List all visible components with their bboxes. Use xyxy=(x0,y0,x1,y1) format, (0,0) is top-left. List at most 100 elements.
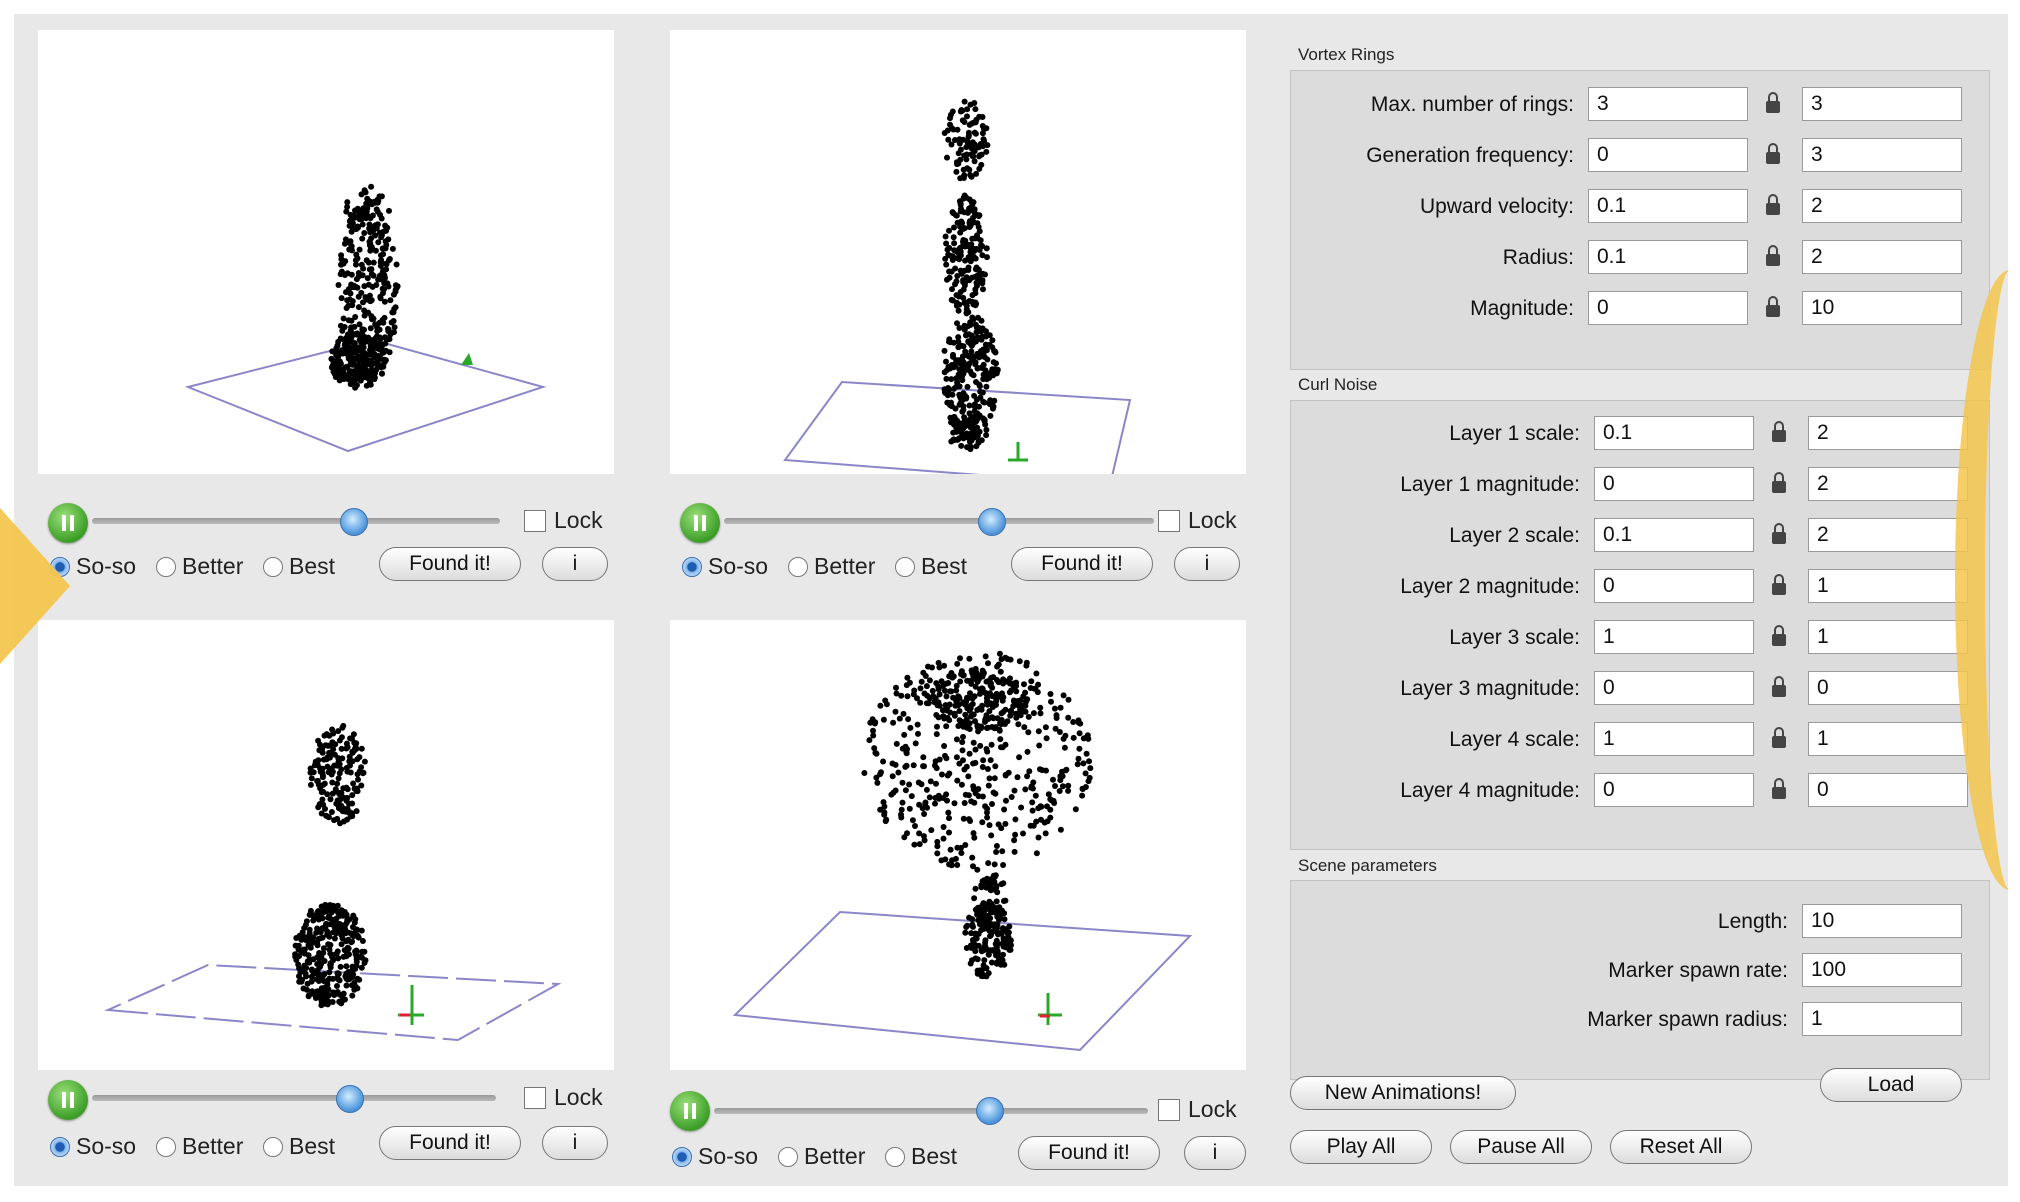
found-it-button[interactable]: Found it! xyxy=(1011,547,1153,581)
min-value-field[interactable]: 0 xyxy=(1594,569,1754,603)
reset-all-button[interactable]: Reset All xyxy=(1610,1130,1752,1164)
lock-icon[interactable] xyxy=(1766,296,1780,317)
info-button[interactable]: i xyxy=(1184,1136,1246,1170)
lock-icon[interactable] xyxy=(1772,574,1786,595)
radio-better[interactable]: Better xyxy=(788,553,875,580)
max-value-field[interactable]: 1 xyxy=(1808,620,1968,654)
viewport-4[interactable] xyxy=(670,620,1246,1070)
checkbox-box[interactable] xyxy=(1158,1098,1180,1121)
timeline-slider[interactable] xyxy=(92,518,500,524)
max-value-field[interactable]: 2 xyxy=(1808,416,1968,450)
max-value-field[interactable]: 1 xyxy=(1808,569,1968,603)
min-value-field[interactable]: 0.1 xyxy=(1594,416,1754,450)
max-value-field[interactable]: 2 xyxy=(1802,240,1962,274)
radio-better[interactable]: Better xyxy=(156,553,243,580)
checkbox-box[interactable] xyxy=(1158,509,1180,532)
radio-dot[interactable] xyxy=(156,1136,176,1157)
lock-icon[interactable] xyxy=(1766,245,1780,266)
lock-checkbox[interactable]: Lock xyxy=(1158,1096,1237,1123)
radio-dot[interactable] xyxy=(156,556,176,577)
max-value-field[interactable]: 0 xyxy=(1808,773,1968,807)
lock-checkbox[interactable]: Lock xyxy=(524,507,603,534)
pause-button[interactable] xyxy=(670,1091,710,1131)
info-button[interactable]: i xyxy=(542,547,608,581)
load-button[interactable]: Load xyxy=(1820,1068,1962,1102)
radio-dot[interactable] xyxy=(50,1136,70,1157)
lock-icon[interactable] xyxy=(1772,625,1786,646)
value-field[interactable]: 10 xyxy=(1802,904,1962,938)
max-value-field[interactable]: 1 xyxy=(1808,722,1968,756)
found-it-button[interactable]: Found it! xyxy=(379,1126,521,1160)
radio-soso[interactable]: So-so xyxy=(50,1133,136,1160)
lock-checkbox[interactable]: Lock xyxy=(524,1084,603,1111)
radio-best[interactable]: Best xyxy=(885,1143,957,1170)
radio-dot[interactable] xyxy=(263,556,283,577)
min-value-field[interactable]: 0 xyxy=(1588,138,1748,172)
min-value-field[interactable]: 1 xyxy=(1594,620,1754,654)
radio-better[interactable]: Better xyxy=(156,1133,243,1160)
slider-thumb[interactable] xyxy=(336,1085,364,1113)
lock-icon[interactable] xyxy=(1766,194,1780,215)
timeline-slider[interactable] xyxy=(92,1095,496,1101)
radio-dot[interactable] xyxy=(672,1146,692,1167)
new-animations-button[interactable]: New Animations! xyxy=(1290,1076,1516,1110)
radio-dot[interactable] xyxy=(682,556,702,577)
play-all-button[interactable]: Play All xyxy=(1290,1130,1432,1164)
max-value-field[interactable]: 3 xyxy=(1802,87,1962,121)
lock-icon[interactable] xyxy=(1766,143,1780,164)
value-field[interactable]: 100 xyxy=(1802,953,1962,987)
timeline-slider[interactable] xyxy=(714,1108,1148,1114)
radio-best[interactable]: Best xyxy=(263,553,335,580)
min-value-field[interactable]: 0 xyxy=(1594,671,1754,705)
lock-icon[interactable] xyxy=(1772,727,1786,748)
lock-icon[interactable] xyxy=(1766,92,1780,113)
min-value-field[interactable]: 0.1 xyxy=(1594,518,1754,552)
pause-button[interactable] xyxy=(680,503,720,543)
radio-soso[interactable]: So-so xyxy=(672,1143,758,1170)
max-value-field[interactable]: 0 xyxy=(1808,671,1968,705)
radio-dot[interactable] xyxy=(885,1146,905,1167)
slider-thumb[interactable] xyxy=(340,508,368,536)
lock-icon[interactable] xyxy=(1772,676,1786,697)
checkbox-box[interactable] xyxy=(524,509,546,532)
max-value-field[interactable]: 2 xyxy=(1808,467,1968,501)
max-value-field[interactable]: 10 xyxy=(1802,291,1962,325)
lock-icon[interactable] xyxy=(1772,472,1786,493)
lock-checkbox[interactable]: Lock xyxy=(1158,507,1237,534)
lock-icon[interactable] xyxy=(1772,421,1786,442)
min-value-field[interactable]: 0.1 xyxy=(1588,240,1748,274)
lock-icon[interactable] xyxy=(1772,523,1786,544)
min-value-field[interactable]: 0 xyxy=(1594,467,1754,501)
max-value-field[interactable]: 3 xyxy=(1802,138,1962,172)
slider-thumb[interactable] xyxy=(976,1097,1004,1125)
radio-dot[interactable] xyxy=(788,556,808,577)
found-it-button[interactable]: Found it! xyxy=(379,547,521,581)
radio-best[interactable]: Best xyxy=(895,553,967,580)
info-button[interactable]: i xyxy=(542,1126,608,1160)
viewport-1[interactable] xyxy=(38,30,614,474)
found-it-button[interactable]: Found it! xyxy=(1018,1136,1160,1170)
min-value-field[interactable]: 1 xyxy=(1594,722,1754,756)
radio-dot[interactable] xyxy=(778,1146,798,1167)
pause-button[interactable] xyxy=(48,1080,88,1120)
value-field[interactable]: 1 xyxy=(1802,1002,1962,1036)
timeline-slider[interactable] xyxy=(724,518,1154,524)
slider-thumb[interactable] xyxy=(978,508,1006,536)
radio-best[interactable]: Best xyxy=(263,1133,335,1160)
min-value-field[interactable]: 0 xyxy=(1594,773,1754,807)
radio-dot[interactable] xyxy=(263,1136,283,1157)
checkbox-box[interactable] xyxy=(524,1086,546,1109)
pause-all-button[interactable]: Pause All xyxy=(1450,1130,1592,1164)
max-value-field[interactable]: 2 xyxy=(1802,189,1962,223)
radio-better[interactable]: Better xyxy=(778,1143,865,1170)
max-value-field[interactable]: 2 xyxy=(1808,518,1968,552)
min-value-field[interactable]: 3 xyxy=(1588,87,1748,121)
radio-soso[interactable]: So-so xyxy=(682,553,768,580)
lock-icon[interactable] xyxy=(1772,778,1786,799)
min-value-field[interactable]: 0 xyxy=(1588,291,1748,325)
viewport-3[interactable] xyxy=(38,620,614,1070)
min-value-field[interactable]: 0.1 xyxy=(1588,189,1748,223)
radio-dot[interactable] xyxy=(895,556,915,577)
viewport-2[interactable] xyxy=(670,30,1246,474)
info-button[interactable]: i xyxy=(1174,547,1240,581)
